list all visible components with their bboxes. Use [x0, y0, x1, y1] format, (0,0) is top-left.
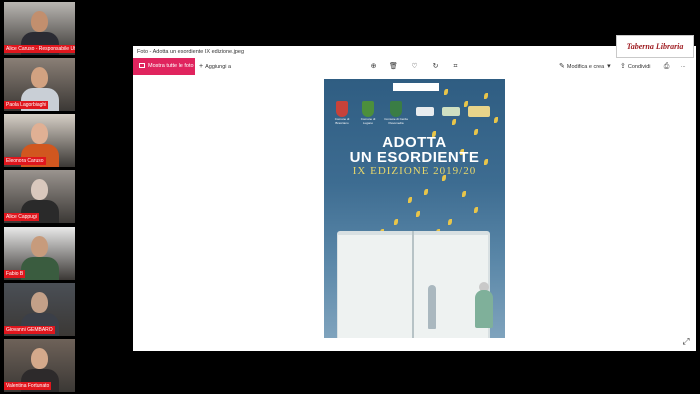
leaf-shape — [408, 197, 412, 203]
participant-name: Alice Caruso - Responsabile Uffic... — [4, 45, 75, 53]
participant-head — [31, 11, 48, 32]
leaf-shape — [494, 117, 498, 123]
crest-label: Comune di Lugano — [360, 117, 376, 125]
participant-tile[interactable]: Alice Caruso - Responsabile Uffic... — [4, 2, 75, 55]
heart-icon[interactable]: ♡ — [410, 62, 419, 71]
leaf-shape — [394, 219, 398, 225]
poster-title-line2: UN ESORDIENTE — [349, 149, 480, 166]
leaf-shape — [448, 219, 452, 225]
participant-tile[interactable]: Paola Lagorbiaghi — [4, 58, 75, 111]
participant-head — [31, 348, 48, 369]
girl-silhouette — [428, 285, 436, 329]
participant-head — [31, 236, 48, 257]
participant-name: Valentina Fortunato — [4, 382, 52, 390]
edit-create-button[interactable]: ✎ Modifica e crea ▾ — [559, 58, 613, 75]
share-button[interactable]: ⇪ Condividi — [620, 58, 651, 75]
edit-icon: ✎ — [559, 63, 565, 70]
add-to-label: Aggiungi a — [205, 64, 232, 70]
gallery-icon — [139, 63, 145, 68]
show-all-label: Mostra tutte le foto — [148, 63, 194, 69]
more-button[interactable]: ... — [681, 58, 686, 75]
participant-body — [21, 257, 59, 280]
add-to-button[interactable]: + Aggiungi a — [199, 58, 231, 75]
crest-icon — [362, 101, 374, 117]
taberna-libraria-logo: Taberna Libraria — [616, 35, 694, 58]
leaf-shape — [484, 93, 488, 99]
participant-name: Paola Lagorbiaghi — [4, 101, 49, 109]
participant-name: Fabio B — [4, 270, 26, 278]
participant-tile[interactable]: Fabio B — [4, 227, 75, 280]
chevron-down-icon: ▾ — [607, 63, 611, 70]
leaf-shape — [424, 189, 428, 195]
share-icon: ⇪ — [620, 63, 626, 70]
participant-tile[interactable]: Eleonora Caruso — [4, 114, 75, 167]
show-all-photos-button[interactable]: Mostra tutte le foto — [133, 58, 195, 75]
book-page-left — [338, 235, 412, 338]
participant-name: Eleonora Caruso — [4, 157, 46, 165]
delete-icon[interactable]: 🗑 — [389, 62, 398, 71]
participant-tile[interactable]: Giovanni GEMBARO — [4, 283, 75, 336]
window-title: Foto - Adotta un esordiente IX edizione.… — [137, 49, 245, 55]
open-book-illustration — [337, 231, 490, 338]
rotate-icon[interactable]: ↻ — [431, 62, 440, 71]
participant-tile[interactable]: Alice Cappugi — [4, 170, 75, 223]
participant-name: Alice Cappugi — [4, 213, 39, 221]
poster-brand-logo — [393, 83, 439, 91]
sponsor-logo — [468, 106, 490, 117]
crop-icon[interactable]: ⌗ — [451, 62, 460, 71]
crest-icon — [336, 101, 348, 117]
edit-create-label: Modifica e crea — [566, 64, 605, 70]
leaf-shape — [444, 89, 448, 95]
plus-icon: + — [199, 63, 204, 70]
crest-label: Comune di Bracciano — [334, 117, 350, 125]
participant-name: Giovanni GEMBARO — [4, 326, 55, 334]
participant-tile[interactable]: Valentina Fortunato — [4, 339, 75, 392]
leaf-shape — [416, 211, 420, 217]
expand-icon[interactable]: ⤢ — [681, 336, 691, 346]
print-icon[interactable]: ⎙ — [662, 62, 671, 71]
crest-label: Comune di Cerda Pesomedia — [384, 117, 408, 125]
leaf-shape — [462, 191, 466, 197]
leaf-shape — [474, 207, 478, 213]
book-spine — [412, 231, 414, 338]
sponsor-logo — [416, 107, 434, 116]
video-call-screen: Alice Caruso - Responsabile Uffic... Paol… — [0, 0, 700, 394]
participant-head — [31, 123, 48, 144]
leaf-shape — [452, 119, 456, 125]
sponsor-logo — [442, 107, 460, 116]
poster-image: Comune di Bracciano Comune di Lugano Com… — [324, 79, 505, 338]
zoom-in-icon[interactable]: ⊕ — [369, 62, 378, 71]
woman-figure — [475, 290, 493, 328]
share-label: Condividi — [627, 64, 651, 70]
crest-icon — [390, 101, 402, 117]
participant-head — [31, 67, 48, 88]
participant-head — [31, 179, 48, 200]
participant-head — [31, 292, 48, 313]
photo-toolbar: Mostra tutte le foto + Aggiungi a ⊕ 🗑 ♡ ↻… — [133, 58, 696, 75]
poster-edition: IX EDIZIONE 2019/20 — [352, 165, 477, 177]
